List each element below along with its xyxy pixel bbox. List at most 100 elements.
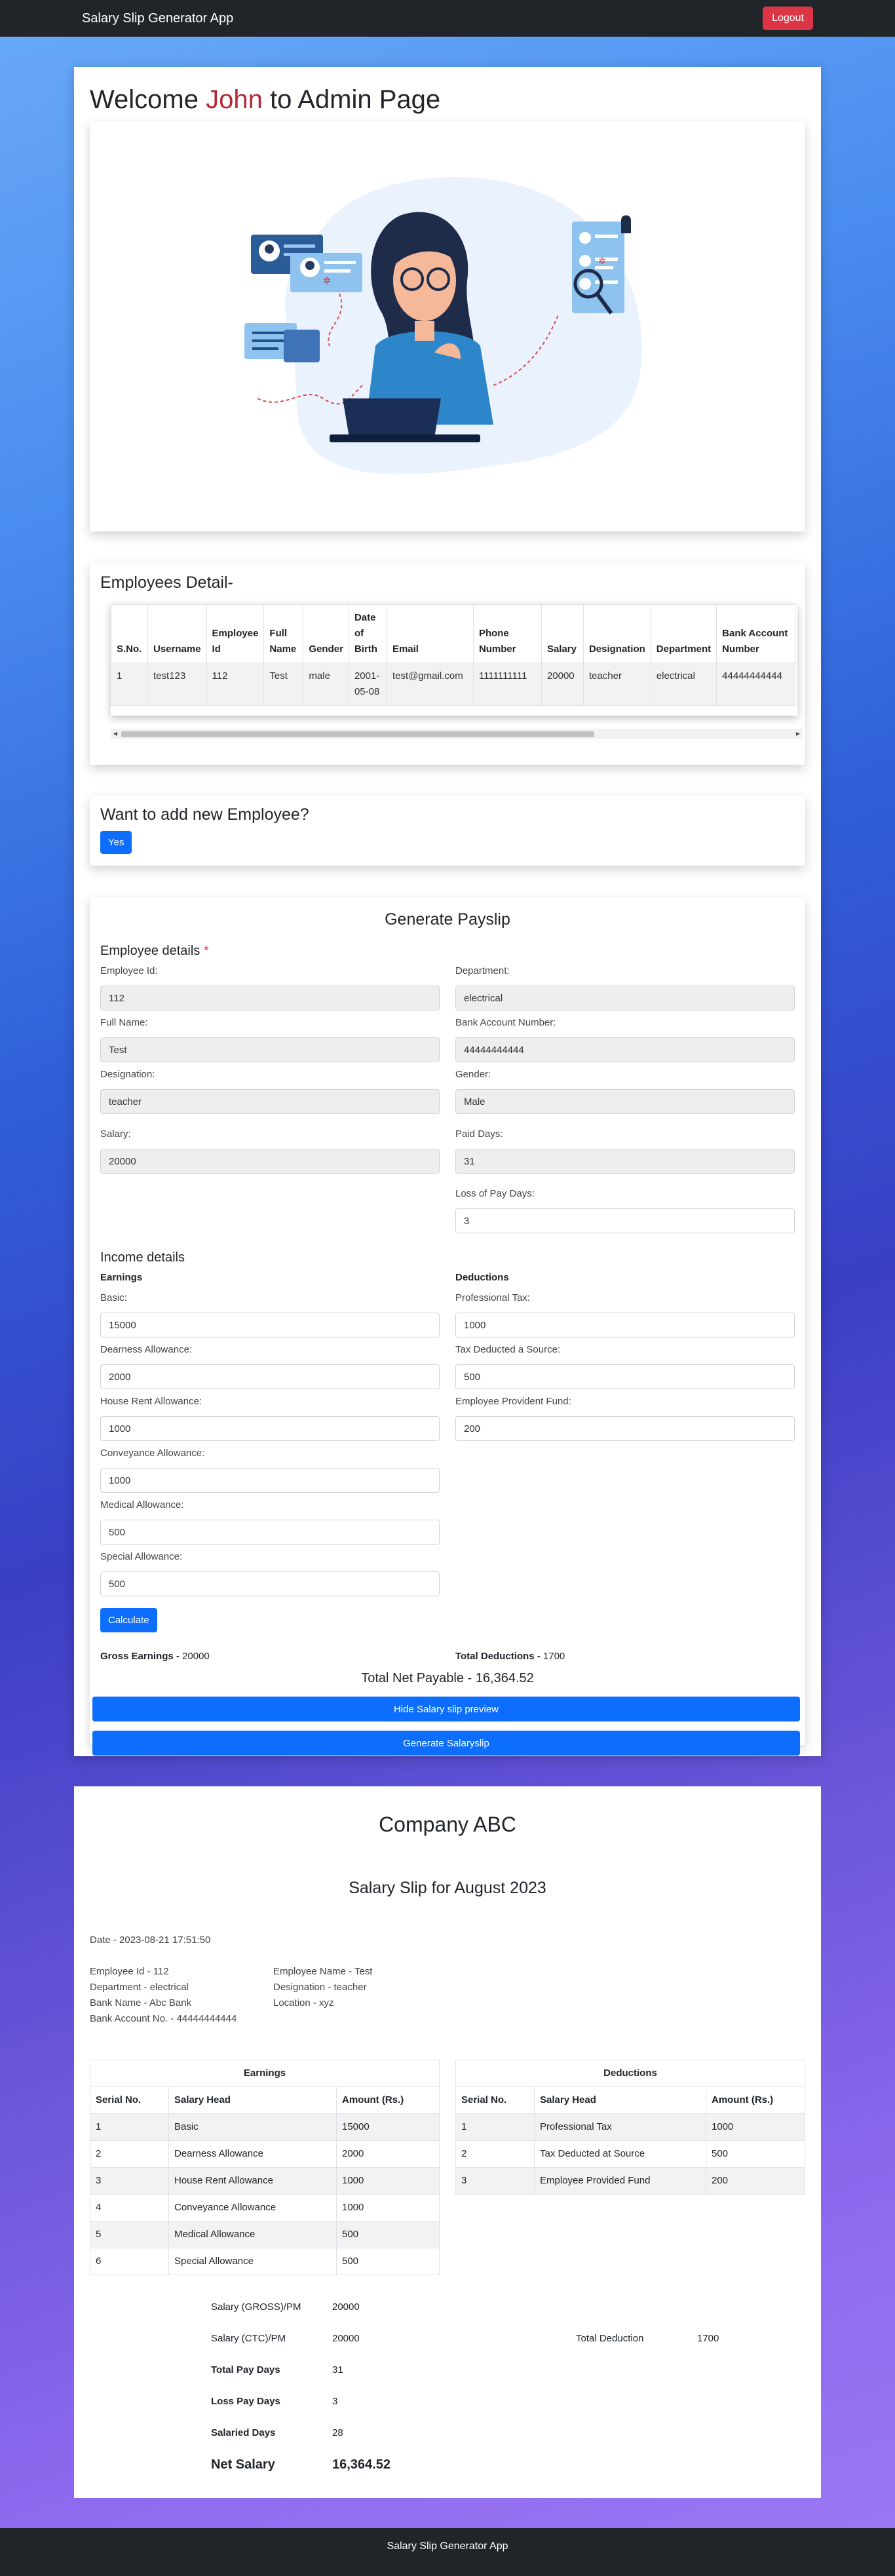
income-details-grid: Earnings Basic: Dearness Allowance: Hous…	[100, 1272, 795, 1632]
salary-slip-title: Salary Slip for August 2023	[349, 1879, 546, 1897]
conveyance-allowance-field[interactable]	[100, 1468, 440, 1493]
dearness-label: Dearness Allowance:	[100, 1344, 193, 1355]
dearness-allowance-field[interactable]	[100, 1364, 440, 1389]
logout-button[interactable]: Logout	[763, 7, 813, 30]
deductions-table: Deductions Serial No. Salary Head Amount…	[455, 2060, 805, 2195]
net-salary-label: Net Salary	[211, 2457, 275, 2472]
hide-preview-button[interactable]: Hide Salary slip preview	[92, 1697, 800, 1721]
admin-container: Welcome John to Admin Page ✲ ✲ Employees…	[74, 67, 821, 1756]
gross-earnings-total: Gross Earnings - 20000	[100, 1651, 440, 1662]
table-cell: 2	[90, 2140, 169, 2168]
table-cell: 200	[706, 2167, 805, 2195]
column-header: Full Name	[263, 604, 304, 663]
horizontal-scrollbar[interactable]: ◀ ▶	[111, 729, 803, 739]
gender-field[interactable]	[455, 1089, 795, 1114]
table-row: 2 Dearness Allowance 2000	[90, 2140, 440, 2168]
bank-account-group: Bank Account Number:	[455, 1017, 795, 1062]
svg-text:✲: ✲	[598, 256, 606, 267]
column-header: Gender	[303, 604, 349, 663]
column-header: Designation	[582, 604, 651, 663]
professional-tax-group: Professional Tax:	[455, 1292, 795, 1337]
provident-fund-field[interactable]	[455, 1416, 795, 1441]
totals-row: Gross Earnings - 20000 Total Deductions …	[100, 1651, 795, 1662]
table-cell: test123	[147, 663, 207, 706]
column-header: Email	[386, 604, 474, 663]
house-rent-allowance-field[interactable]	[100, 1416, 440, 1441]
app-brand[interactable]: Salary Slip Generator App	[82, 11, 233, 26]
bank-account-field[interactable]	[455, 1037, 795, 1062]
table-cell: electrical	[650, 663, 717, 706]
employee-id-label: Employee Id:	[100, 965, 158, 976]
loss-of-pay-label: Loss of Pay Days:	[455, 1188, 535, 1199]
employee-id-field[interactable]	[100, 986, 440, 1010]
hero-illustration-card: ✲ ✲	[90, 121, 805, 531]
professional-tax-field[interactable]	[455, 1313, 795, 1337]
info-line: Department - electrical	[90, 1982, 189, 1993]
table-row: 1 Basic 15000	[90, 2113, 440, 2141]
designation-field[interactable]	[100, 1089, 440, 1114]
table-row: 6 Special Allowance 500	[90, 2248, 440, 2275]
table-cell: 1111111111	[472, 663, 542, 706]
calculate-button[interactable]: Calculate	[100, 1608, 157, 1632]
column-header: Bank Account Number	[716, 604, 796, 663]
column-header: Amount (Rs.)	[336, 2086, 440, 2114]
employees-table-wrapper[interactable]: S.No. Username Employee Id Full Name Gen…	[111, 604, 797, 716]
table-cell: Basic	[168, 2113, 337, 2141]
medical-allowance-field[interactable]	[100, 1520, 440, 1545]
scrollbar-thumb[interactable]	[121, 731, 594, 737]
full-name-field[interactable]	[100, 1037, 440, 1062]
total-deductions-label: Total Deductions -	[455, 1651, 543, 1662]
full-name-label: Full Name:	[100, 1017, 148, 1028]
total-deductions-total: Total Deductions - 1700	[455, 1651, 795, 1662]
department-field[interactable]	[455, 986, 795, 1010]
generate-salaryslip-button[interactable]: Generate Salaryslip	[92, 1731, 800, 1756]
scroll-right-arrow-icon[interactable]: ▶	[793, 729, 803, 739]
page-footer: Salary Slip Generator App	[0, 2528, 895, 2576]
table-cell: 1	[90, 2113, 169, 2141]
column-header: Department	[650, 604, 717, 663]
table-header-row: S.No. Username Employee Id Full Name Gen…	[111, 604, 796, 663]
paid-days-field[interactable]	[455, 1149, 795, 1174]
summary-label: Salary (GROSS)/PM	[211, 2301, 301, 2313]
salary-field[interactable]	[100, 1149, 440, 1174]
employee-details-left-column: Employee Id: Full Name: Designation: Sal…	[100, 965, 440, 1240]
company-name: Company ABC	[379, 1813, 516, 1836]
add-employee-title: Want to add new Employee?	[100, 805, 309, 824]
admin-name: John	[206, 85, 263, 114]
tax-deducted-field[interactable]	[455, 1364, 795, 1389]
table-cell: 1000	[336, 2194, 440, 2221]
scroll-left-arrow-icon[interactable]: ◀	[111, 729, 120, 739]
welcome-prefix: Welcome	[90, 85, 206, 114]
special-allowance-field[interactable]	[100, 1571, 440, 1596]
add-employee-yes-button[interactable]: Yes	[100, 831, 132, 854]
page-title: Welcome John to Admin Page	[90, 85, 805, 115]
table-cell: Dearness Allowance	[168, 2140, 337, 2168]
employees-table: S.No. Username Employee Id Full Name Gen…	[111, 604, 796, 706]
employees-detail-card: Employees Detail- S.No. Username Employe…	[90, 563, 805, 765]
required-marker: *	[203, 944, 209, 958]
column-header: Salary Head	[168, 2086, 337, 2114]
table-cell: 6	[90, 2248, 169, 2275]
department-label: Department:	[455, 965, 510, 976]
table-cell: 2001-05-08	[348, 663, 387, 706]
table-cell: Medical Allowance	[168, 2221, 337, 2248]
basic-field[interactable]	[100, 1313, 440, 1337]
salary-summary: Salary (GROSS)/PM 20000 Salary (CTC)/PM 20…	[90, 2301, 805, 2491]
laptop-icon	[343, 398, 441, 438]
salary-group: Salary:	[100, 1128, 440, 1174]
medical-label: Medical Allowance:	[100, 1499, 184, 1510]
table-cell: 15000	[336, 2113, 440, 2141]
hra-label: House Rent Allowance:	[100, 1396, 202, 1407]
payslip-form-title: Generate Payslip	[385, 910, 510, 929]
full-name-group: Full Name:	[100, 1017, 440, 1062]
hra-group: House Rent Allowance:	[100, 1396, 440, 1441]
earnings-column: Earnings Basic: Dearness Allowance: Hous…	[100, 1272, 440, 1632]
employee-details-heading: Employee details *	[100, 944, 795, 959]
earnings-heading: Earnings	[100, 1272, 143, 1283]
table-cell: 1	[111, 663, 148, 706]
table-cell: Test	[263, 663, 304, 706]
table-cell: Professional Tax	[534, 2113, 706, 2141]
loss-of-pay-field[interactable]	[455, 1208, 795, 1233]
summary-label: Salary (CTC)/PM	[211, 2333, 286, 2344]
svg-text:✲: ✲	[323, 276, 331, 286]
